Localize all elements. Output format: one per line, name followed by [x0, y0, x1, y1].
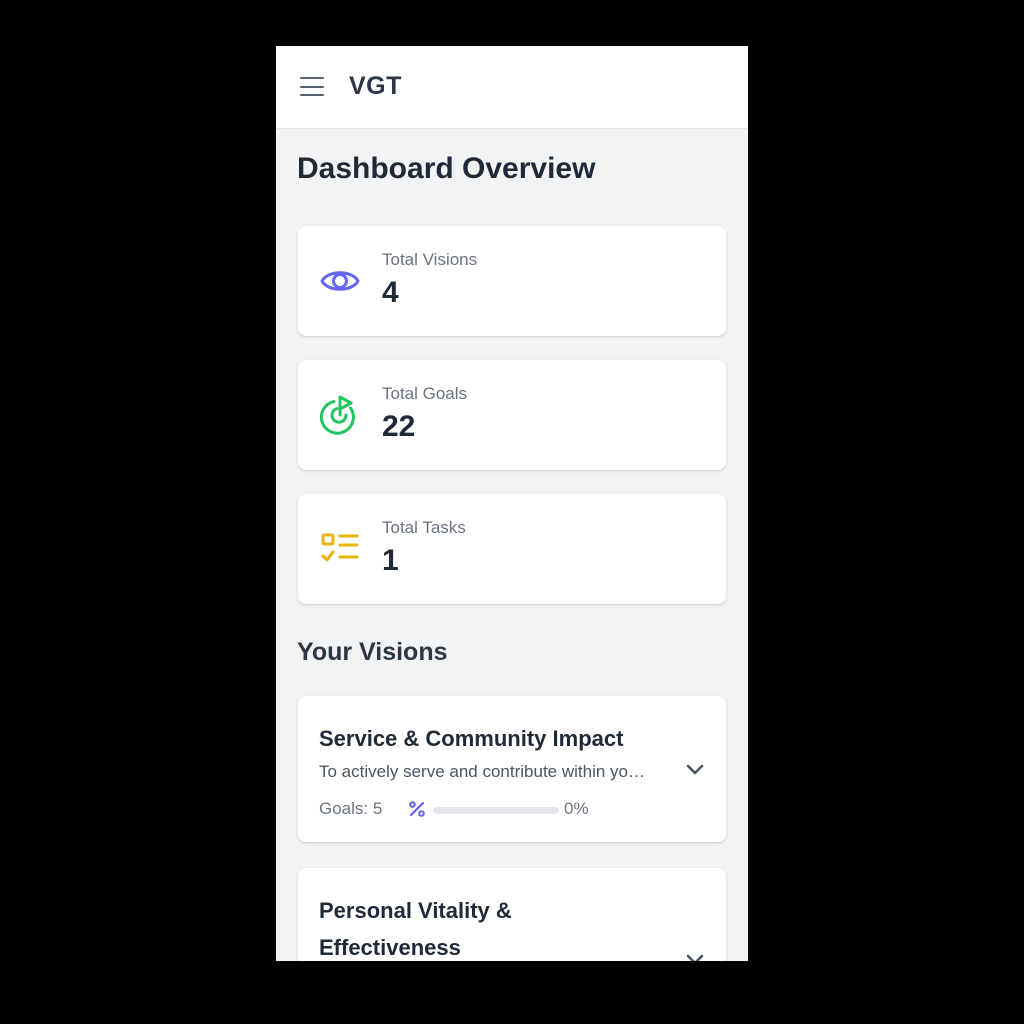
stat-card-goals: Total Goals 22	[298, 360, 726, 470]
top-app-bar: VGT	[276, 46, 748, 129]
stat-label: Total Tasks	[382, 518, 466, 537]
stat-value: 1	[382, 544, 399, 577]
stat-label: Total Visions	[382, 250, 478, 269]
vision-card[interactable]: Personal Vitality & Effectiveness	[298, 868, 726, 961]
vision-description: To actively serve and contribute within …	[319, 762, 649, 781]
stat-card-visions: Total Visions 4	[298, 226, 726, 336]
stat-card-tasks: Total Tasks 1	[298, 494, 726, 604]
section-title: Your Visions	[297, 638, 448, 666]
vision-title: Personal Vitality & Effectiveness	[319, 898, 512, 960]
app-screen: VGT Dashboard Overview Total Visions 4 T…	[276, 46, 748, 961]
progress-bar	[433, 807, 559, 814]
target-icon	[319, 395, 360, 435]
vision-stats-row: Goals: 5 0%	[319, 799, 699, 821]
percent-icon	[408, 800, 426, 818]
progress-percent: 0%	[564, 799, 589, 818]
chevron-down-icon[interactable]	[684, 758, 706, 780]
goals-count: Goals: 5	[319, 799, 383, 818]
page-title: Dashboard Overview	[297, 152, 596, 185]
stat-value: 4	[382, 276, 399, 309]
chevron-down-icon[interactable]	[684, 948, 706, 961]
checklist-icon	[320, 529, 360, 569]
eye-icon	[320, 261, 360, 301]
menu-icon[interactable]	[300, 77, 324, 97]
vision-card[interactable]: Service & Community Impact To actively s…	[298, 696, 726, 842]
app-title: VGT	[349, 72, 402, 100]
vision-title: Service & Community Impact	[319, 726, 624, 751]
stat-value: 22	[382, 410, 416, 443]
stat-label: Total Goals	[382, 384, 468, 403]
